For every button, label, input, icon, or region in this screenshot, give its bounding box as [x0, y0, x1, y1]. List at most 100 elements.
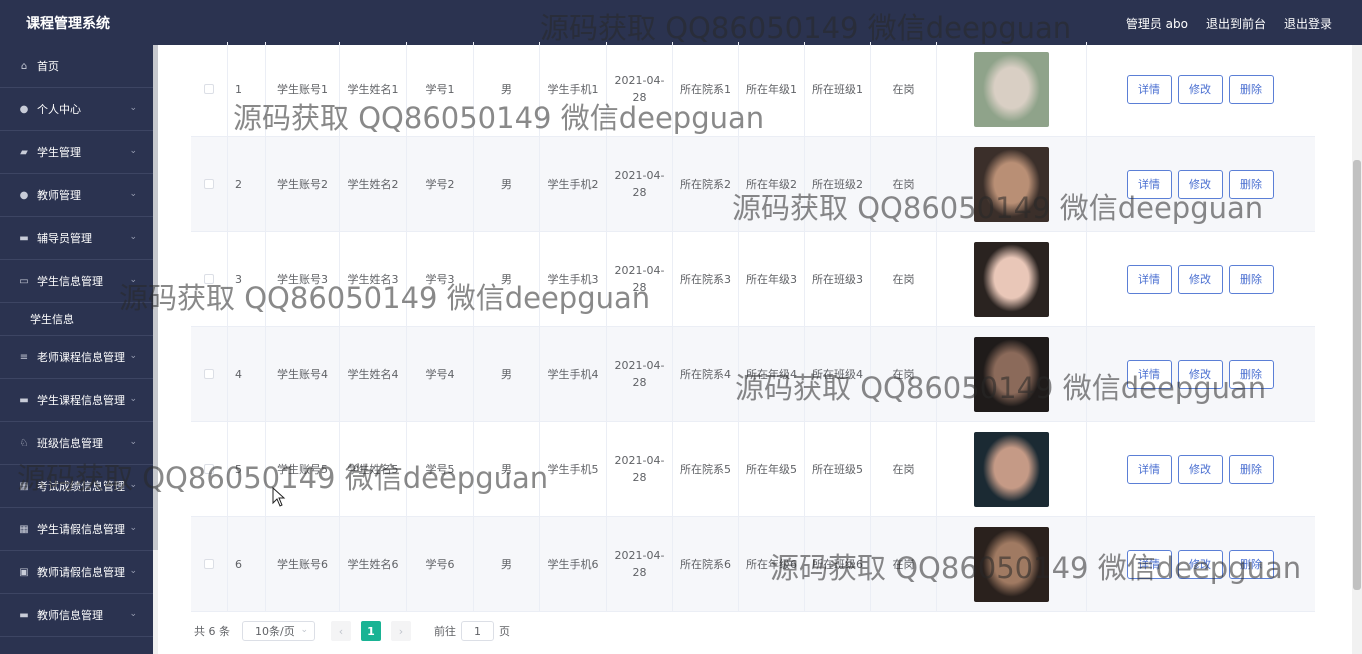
status-cell: 在岗 [871, 42, 937, 136]
scrollbar-thumb[interactable] [1353, 160, 1361, 590]
delete-button[interactable]: 删除 [1228, 454, 1274, 484]
back-to-front-link[interactable]: 退出到前台 [1206, 15, 1266, 32]
row-checkbox[interactable] [204, 274, 214, 284]
detail-button[interactable]: 详情 [1126, 169, 1172, 199]
pagination: 共 6 条 10条/页 ⌄ ‹ 1 › 前往 1 页 [194, 621, 510, 641]
name-cell: 学生姓名4 [340, 327, 407, 421]
dept-cell: 所在院系5 [673, 422, 739, 516]
photo-cell [937, 327, 1087, 421]
sidebar-item[interactable]: ▬ 教师信息管理 ⌄ [0, 594, 153, 637]
logout-link[interactable]: 退出登录 [1284, 15, 1332, 32]
edit-button[interactable]: 修改 [1177, 454, 1223, 484]
delete-button[interactable]: 删除 [1228, 74, 1274, 104]
admin-user-label[interactable]: 管理员 abo [1126, 15, 1188, 32]
dept-cell: 所在院系6 [673, 517, 739, 611]
table-row[interactable]: 4 学生账号4 学生姓名4 学号4 男学生手机4 2021-04- 28 所在院系4 所在年级4… [191, 327, 1315, 422]
sidebar-item[interactable]: ▣ 教师请假信息管理 ⌄ [0, 551, 153, 594]
message-icon: ▭ [19, 275, 29, 287]
next-page-button[interactable]: › [391, 621, 411, 641]
table-row[interactable]: 6 学生账号6 学生姓名6 学号6 男学生手机6 2021-04- 28 所在院系6 所在年级6… [191, 517, 1315, 612]
detail-button[interactable]: 详情 [1126, 549, 1172, 579]
delete-button[interactable]: 删除 [1228, 169, 1274, 199]
row-checkbox[interactable] [204, 464, 214, 474]
teacher-icon: ● [19, 189, 29, 201]
edit-button[interactable]: 修改 [1177, 359, 1223, 389]
chevron-down-icon: ⌄ [129, 351, 137, 361]
table-row[interactable]: 1 学生账号1 学生姓名1 学号1 男学生手机1 2021-04- 28 所在院系1 所在年级1… [191, 42, 1315, 137]
phone-cell: 学生手机2 [540, 137, 607, 231]
chevron-down-icon: ⌄ [129, 275, 137, 285]
select-cell [191, 232, 228, 326]
date-cell: 2021-04- 28 [607, 232, 673, 326]
select-cell [191, 137, 228, 231]
sidebar-item-label: 首页 [37, 60, 59, 73]
detail-button[interactable]: 详情 [1126, 359, 1172, 389]
select-cell [191, 422, 228, 516]
edit-button[interactable]: 修改 [1177, 264, 1223, 294]
sidebar-item[interactable]: ▬ 学生课程信息管理 ⌄ [0, 379, 153, 422]
sidebar-item[interactable]: ▭ 学生信息管理 ⌄ [0, 260, 153, 303]
monitor-icon: ▬ [19, 609, 29, 621]
sidebar-item[interactable]: ▦ 考试成绩信息管理 ⌄ [0, 465, 153, 508]
sex-cell: 男 [474, 137, 540, 231]
actions-cell: 详情 修改 删除 [1087, 517, 1313, 611]
sidebar-subitem-student-info[interactable]: 学生信息 [0, 303, 153, 336]
sidebar-item[interactable]: ▰ 学生管理 ⌄ [0, 131, 153, 174]
delete-button[interactable]: 删除 [1228, 359, 1274, 389]
student-photo [974, 51, 1049, 127]
chevron-down-icon: ⌄ [129, 566, 137, 576]
table-row[interactable]: 3 学生账号3 学生姓名3 学号3 男学生手机3 2021-04- 28 所在院系3 所在年级3… [191, 232, 1315, 327]
chevron-down-icon: ⌄ [129, 394, 137, 404]
bell-icon: ♘ [19, 437, 29, 449]
sidebar-item[interactable]: ♘ 班级信息管理 ⌄ [0, 422, 153, 465]
chevron-down-icon: ⌄ [129, 103, 137, 113]
page-size-select[interactable]: 10条/页 ⌄ [242, 621, 315, 641]
chevron-down-icon: ⌄ [129, 146, 137, 156]
date-text: 28 [632, 281, 647, 294]
cls-cell: 所在班级1 [805, 42, 871, 136]
home-icon: ⌂ [20, 60, 28, 72]
edit-button[interactable]: 修改 [1177, 169, 1223, 199]
date-text: 28 [632, 376, 647, 389]
delete-button[interactable]: 删除 [1228, 549, 1274, 579]
table-row[interactable]: 2 学生账号2 学生姓名2 学号2 男学生手机2 2021-04- 28 所在院系2 所在年级2… [191, 137, 1315, 232]
goto-page-input[interactable]: 1 [461, 621, 494, 641]
sidebar-item[interactable]: ● 个人中心 ⌄ [0, 88, 153, 131]
chevron-down-icon: ⌄ [129, 232, 137, 242]
sidebar-item[interactable]: ● 教师管理 ⌄ [0, 174, 153, 217]
edit-button[interactable]: 修改 [1177, 549, 1223, 579]
page-number-current[interactable]: 1 [361, 621, 381, 641]
row-checkbox[interactable] [204, 84, 214, 94]
row-checkbox[interactable] [204, 369, 214, 379]
sidebar-item-label: 辅导员管理 [37, 232, 92, 245]
edit-button[interactable]: 修改 [1177, 74, 1223, 104]
photo-cell [937, 137, 1087, 231]
table-row[interactable]: 5 学生账号5 学生姓名5 学号5 男学生手机5 2021-04- 28 所在院系5 所在年级5… [191, 422, 1315, 517]
dept-cell: 所在院系2 [673, 137, 739, 231]
dept-cell: 所在院系3 [673, 232, 739, 326]
sidebar-item[interactable]: ≡ 老师课程信息管理 ⌄ [0, 336, 153, 379]
detail-button[interactable]: 详情 [1126, 74, 1172, 104]
sex-cell: 男 [474, 422, 540, 516]
select-cell [191, 327, 228, 421]
sidebar-item[interactable]: ⌂ 首页 [0, 45, 153, 88]
no-cell: 学号2 [407, 137, 474, 231]
student-photo [974, 526, 1049, 602]
top-bar: 课程管理系统 管理员 abo 退出到前台 退出登录 [0, 0, 1362, 45]
name-cell: 学生姓名3 [340, 232, 407, 326]
detail-button[interactable]: 详情 [1126, 454, 1172, 484]
detail-button[interactable]: 详情 [1126, 264, 1172, 294]
sidebar-item-label: 教师请假信息管理 [37, 566, 125, 579]
row-checkbox[interactable] [204, 559, 214, 569]
sidebar-item[interactable]: ▬ 辅导员管理 ⌄ [0, 217, 153, 260]
prev-page-button[interactable]: ‹ [331, 621, 351, 641]
sidebar-item-label: 考试成绩信息管理 [37, 480, 125, 493]
grade-cell: 所在年级5 [739, 422, 805, 516]
sidebar-item[interactable]: ▦ 学生请假信息管理 ⌄ [0, 508, 153, 551]
status-cell: 在岗 [871, 327, 937, 421]
sidebar-item-label: 教师管理 [37, 189, 81, 202]
no-cell: 学号3 [407, 232, 474, 326]
row-checkbox[interactable] [204, 179, 214, 189]
main-scrollbar[interactable] [1352, 45, 1362, 654]
delete-button[interactable]: 删除 [1228, 264, 1274, 294]
